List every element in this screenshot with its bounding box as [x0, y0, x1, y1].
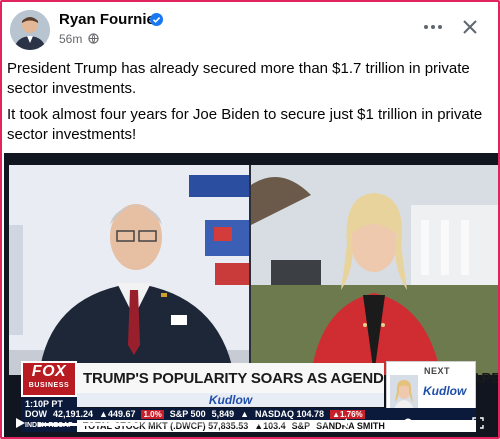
progress-bar[interactable] [38, 423, 328, 426]
post-body: President Trump has already secured more… [7, 59, 497, 151]
post-paragraph: It took almost four years for Joe Biden … [7, 106, 483, 143]
author-name[interactable]: Ryan Fournier [59, 11, 161, 28]
post-header: Ryan Fournier 56m [2, 2, 498, 58]
progress-fill [38, 423, 140, 426]
video-controls [4, 409, 498, 437]
close-icon [463, 20, 477, 34]
more-icon [424, 25, 442, 29]
more-options-button[interactable] [420, 14, 446, 40]
next-show-name: Kudlow [423, 384, 467, 398]
show-bar: Kudlow [77, 393, 384, 407]
show-name: Kudlow [208, 393, 253, 407]
avatar[interactable] [10, 10, 50, 50]
headline-bar: TRUMP'S POPULARITY SOARS AS AGENDA TAKES… [77, 363, 498, 393]
post-time[interactable]: 56m [59, 32, 82, 46]
globe-icon [88, 33, 99, 44]
video-player[interactable]: FOX BUSINESS TRUMP'S POPULARITY SOARS AS… [4, 153, 498, 437]
verified-badge-icon [150, 13, 163, 26]
fullscreen-icon[interactable] [472, 417, 484, 429]
network-logo: FOX BUSINESS [21, 361, 77, 397]
settings-icon[interactable] [402, 417, 414, 429]
post-paragraph: President Trump has already secured more… [7, 60, 470, 97]
volume-icon[interactable] [340, 417, 352, 429]
close-button[interactable] [457, 14, 483, 40]
next-label: NEXT [424, 366, 451, 376]
play-icon[interactable] [14, 417, 26, 429]
field-shot [251, 165, 498, 375]
post-modal: Ryan Fournier 56m President Trump has al… [0, 0, 500, 439]
studio-shot [9, 165, 251, 375]
